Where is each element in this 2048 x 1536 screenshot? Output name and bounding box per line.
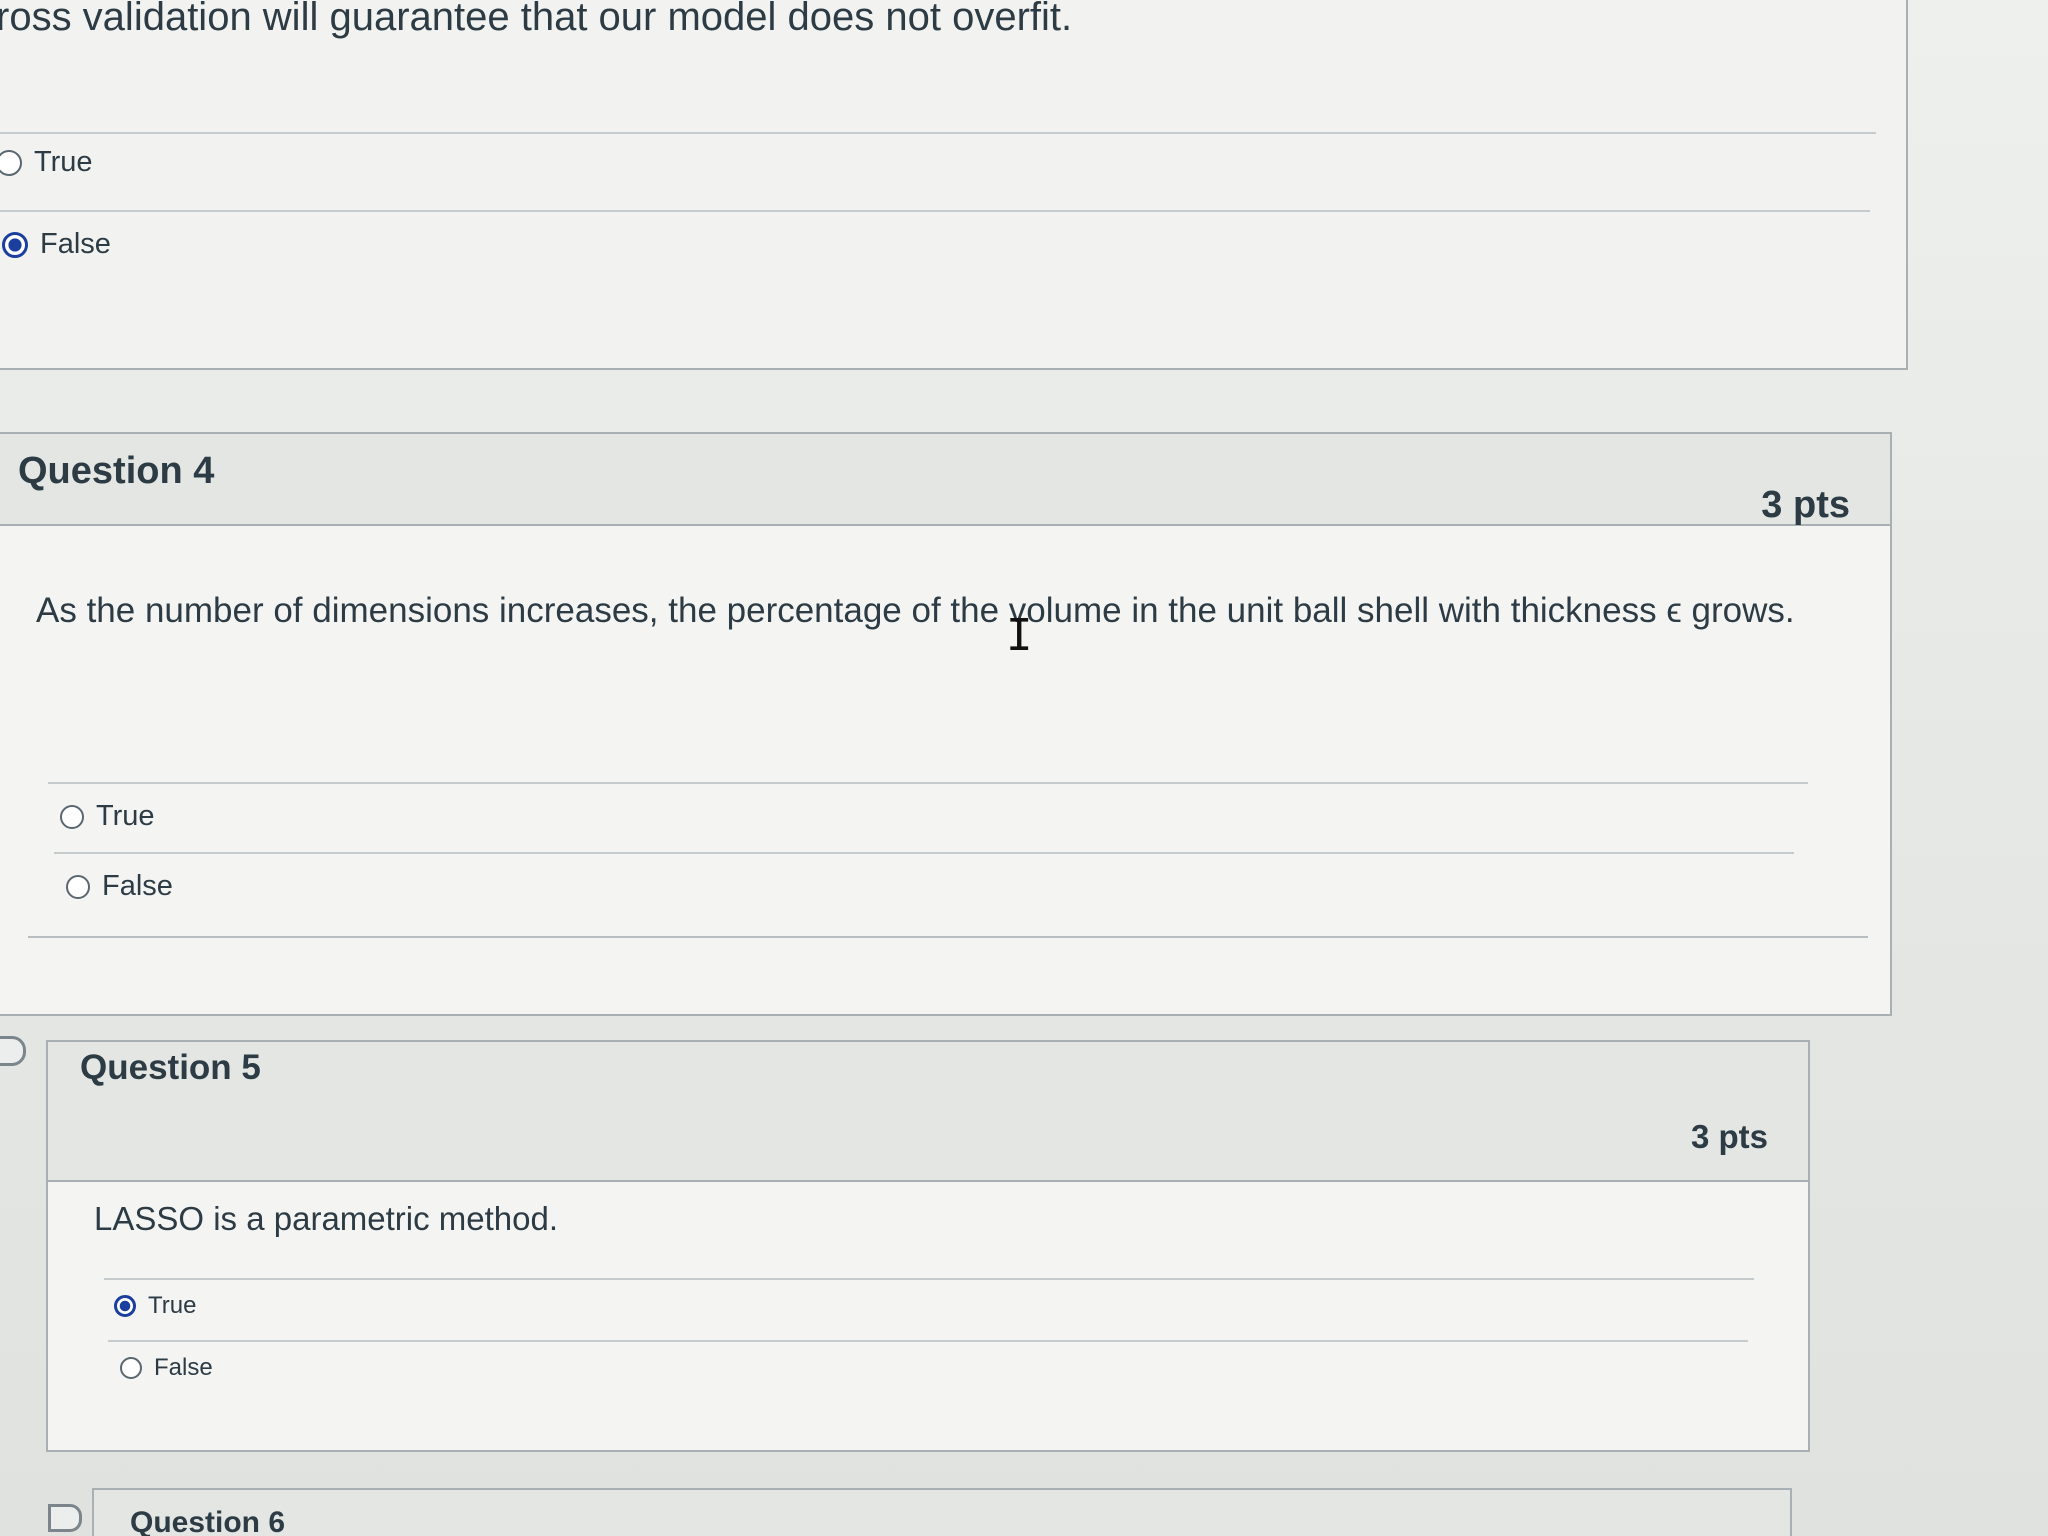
answer-divider [104,1278,1754,1280]
question-points: 3 pts [1761,484,1850,526]
answer-option-true[interactable]: True [114,1292,196,1320]
question-3-card: ross validation will guarantee that our … [0,0,1908,370]
question-6-card: Question 6 [92,1488,1792,1536]
answer-divider [54,852,1794,854]
text-cursor-icon: I [1006,610,1033,661]
question-3-text: ross validation will guarantee that our … [0,0,1073,39]
question-5-header: Question 5 3 pts [48,1042,1808,1182]
answer-label: True [34,146,93,178]
radio-button[interactable] [120,1357,142,1379]
answer-label: False [154,1354,213,1381]
answer-option-true[interactable]: True [0,146,93,179]
question-title: Question 5 [80,1048,261,1087]
question-4-card: Question 4 3 pts As the number of dimens… [0,432,1892,1016]
answer-divider [48,782,1808,784]
question-title: Question 6 [130,1506,286,1536]
question-5-text: LASSO is a parametric method. [94,1200,559,1237]
quiz-page: ross validation will guarantee that our … [0,0,2048,1536]
answer-divider [0,210,1870,212]
radio-button-selected[interactable] [2,231,28,258]
answer-option-true[interactable]: True [60,800,155,833]
answer-option-false[interactable]: False [120,1354,213,1382]
answer-divider [28,936,1868,938]
answer-option-false[interactable]: False [66,870,173,903]
answer-label: True [96,800,155,832]
answer-divider [0,132,1876,134]
radio-button[interactable] [66,874,90,899]
answer-label: False [40,228,111,260]
bookmark-flag-icon[interactable] [0,1036,26,1066]
question-title: Question 4 [18,450,215,492]
question-5-card: Question 5 3 pts LASSO is a parametric m… [46,1040,1810,1452]
answer-label: True [148,1292,197,1319]
question-4-text: As the number of dimensions increases, t… [36,591,1795,630]
answer-label: False [102,870,173,902]
question-points: 3 pts [1690,1118,1768,1155]
radio-button[interactable] [0,149,22,176]
answer-option-false[interactable]: False [2,228,111,261]
question-4-header: Question 4 3 pts [0,434,1890,526]
radio-button-selected[interactable] [114,1295,136,1317]
bookmark-flag-icon[interactable] [48,1504,82,1532]
radio-button[interactable] [60,804,84,829]
answer-divider [108,1340,1748,1342]
